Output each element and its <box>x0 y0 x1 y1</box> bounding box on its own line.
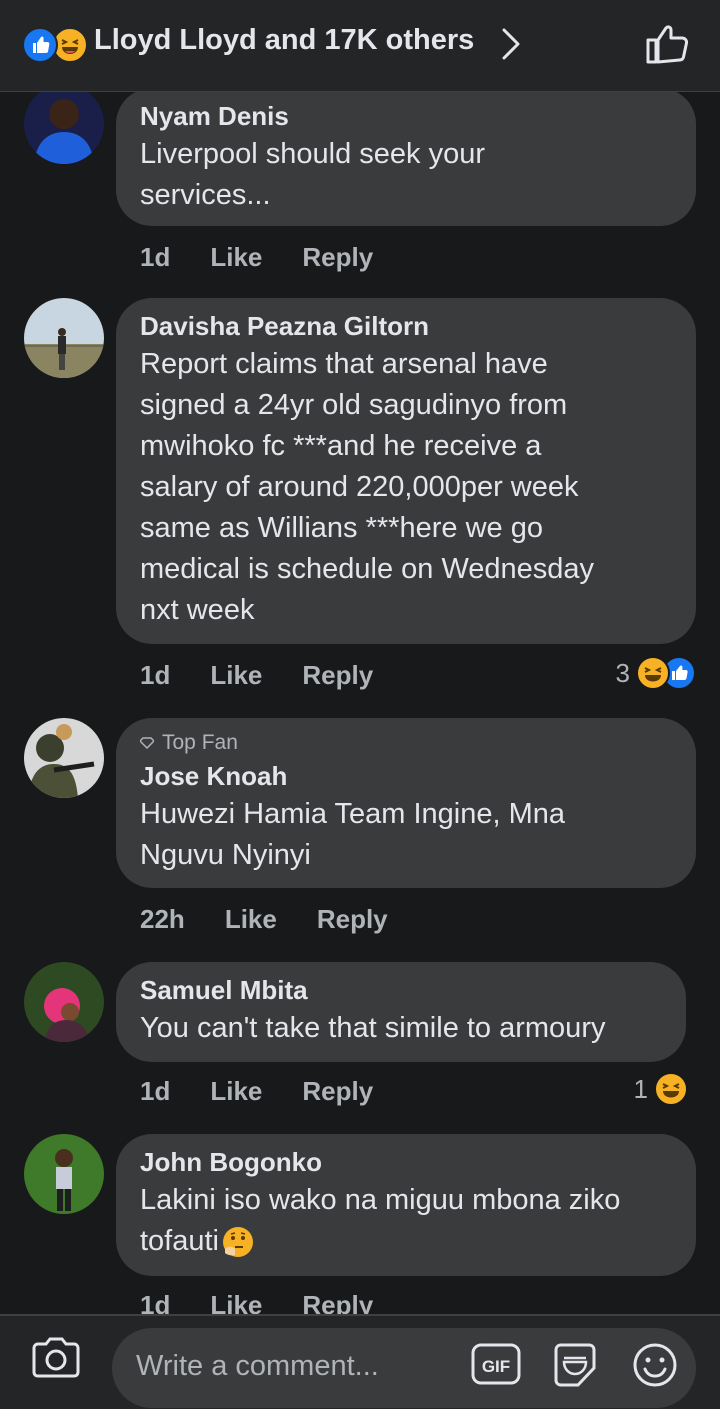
comment-bubble[interactable]: Davisha Peazna Giltorn Report claims tha… <box>116 298 696 644</box>
reply-button[interactable]: Reply <box>302 1290 373 1314</box>
haha-icon <box>636 656 670 690</box>
comment-bubble[interactable]: Top Fan Jose Knoah Huwezi Hamia Team Ing… <box>116 718 696 888</box>
comment-text-segment: tofauti <box>140 1225 219 1257</box>
reply-button[interactable]: Reply <box>302 242 373 273</box>
thumbs-up-icon[interactable] <box>644 22 690 71</box>
top-fan-label: Top Fan <box>162 731 238 754</box>
like-button[interactable]: Like <box>225 904 277 935</box>
comment-text-line: signed a 24yr old sagudinyo from <box>140 389 568 421</box>
top-fan-badge: Top Fan <box>140 728 672 758</box>
comment-bubble[interactable]: Nyam Denis Liverpool should seek your se… <box>116 92 696 226</box>
comment-time: 22h <box>140 904 185 934</box>
comment-time: 1d <box>140 660 171 690</box>
comment-text-line: Nguvu Nyinyi <box>140 839 311 871</box>
diamond-icon <box>140 737 154 749</box>
avatar[interactable] <box>24 92 104 164</box>
like-button[interactable]: Like <box>210 1076 262 1107</box>
reply-button[interactable]: Reply <box>302 1076 373 1107</box>
comment-text-line: tofauti <box>140 1221 672 1262</box>
reply-button[interactable]: Reply <box>302 660 373 691</box>
svg-text:GIF: GIF <box>482 1357 510 1376</box>
comment-time: 1d <box>140 1076 171 1106</box>
reactions-title[interactable]: Lloyd Lloyd and 17K others <box>94 24 474 57</box>
comment-text-line: nxt week <box>140 594 255 626</box>
reaction-count: 1 <box>633 1073 648 1104</box>
comment-actions: 1d Like Reply <box>140 660 373 691</box>
like-button[interactable]: Like <box>210 660 262 691</box>
comment-text-line: Liverpool should seek your <box>140 138 485 170</box>
comment-author[interactable]: Nyam Denis <box>140 98 672 134</box>
avatar[interactable] <box>24 718 104 798</box>
thinking-face-icon <box>223 1226 253 1257</box>
comment-text-line: Lakini iso wako na miguu mbona ziko <box>140 1184 621 1216</box>
comment-text-line: Huwezi Hamia Team Ingine, Mna <box>140 798 565 830</box>
comment-text-line: services... <box>140 179 271 211</box>
sticker-icon[interactable] <box>550 1340 600 1395</box>
comment-actions: 22h Like Reply <box>140 904 388 935</box>
avatar[interactable] <box>24 962 104 1042</box>
comment-author[interactable]: John Bogonko <box>140 1144 672 1180</box>
reply-button[interactable]: Reply <box>317 904 388 935</box>
comment-actions: 1d Like Reply <box>140 1290 373 1314</box>
reaction-count: 3 <box>615 657 630 688</box>
reactions-header[interactable]: Lloyd Lloyd and 17K others <box>0 0 720 92</box>
avatar[interactable] <box>24 1134 104 1214</box>
camera-icon[interactable] <box>30 1334 82 1387</box>
avatar[interactable] <box>24 298 104 378</box>
comment-author[interactable]: Samuel Mbita <box>140 972 662 1008</box>
comment-text-line: mwihoko fc ***and he receive a <box>140 430 542 462</box>
gif-icon[interactable]: GIF <box>470 1340 522 1393</box>
emoji-icon[interactable] <box>632 1342 678 1393</box>
comment-reactions[interactable]: 1 <box>634 1072 688 1106</box>
comment-time: 1d <box>140 1290 171 1314</box>
comment-bubble[interactable]: John Bogonko Lakini iso wako na miguu mb… <box>116 1134 696 1276</box>
comment-text-line: You can't take that simile to armoury <box>140 1012 606 1044</box>
comment-input[interactable]: Write a comment... GIF <box>112 1328 696 1408</box>
comment-author[interactable]: Davisha Peazna Giltorn <box>140 308 672 344</box>
comment-text-line: salary of around 220,000per week <box>140 471 579 503</box>
comment-actions: 1d Like Reply <box>140 242 373 273</box>
comment-reactions[interactable]: 3 <box>616 656 696 690</box>
comment-text-line: Report claims that arsenal have <box>140 348 548 380</box>
like-button[interactable]: Like <box>210 242 262 273</box>
comment-time: 1d <box>140 242 171 272</box>
comment-bubble[interactable]: Samuel Mbita You can't take that simile … <box>116 962 686 1062</box>
comment-text-line: same as Willians ***here we go <box>140 512 543 544</box>
comment-actions: 1d Like Reply <box>140 1076 373 1107</box>
chevron-right-icon[interactable] <box>498 26 524 67</box>
haha-icon <box>654 1072 688 1106</box>
comment-author[interactable]: Jose Knoah <box>140 758 672 794</box>
like-icon <box>22 27 58 63</box>
like-button[interactable]: Like <box>210 1290 262 1314</box>
comment-input-placeholder: Write a comment... <box>136 1350 379 1382</box>
comment-list[interactable]: Nyam Denis Liverpool should seek your se… <box>0 92 720 1314</box>
comment-composer: Write a comment... GIF <box>0 1314 720 1409</box>
comment-text-line: medical is schedule on Wednesday <box>140 553 595 585</box>
